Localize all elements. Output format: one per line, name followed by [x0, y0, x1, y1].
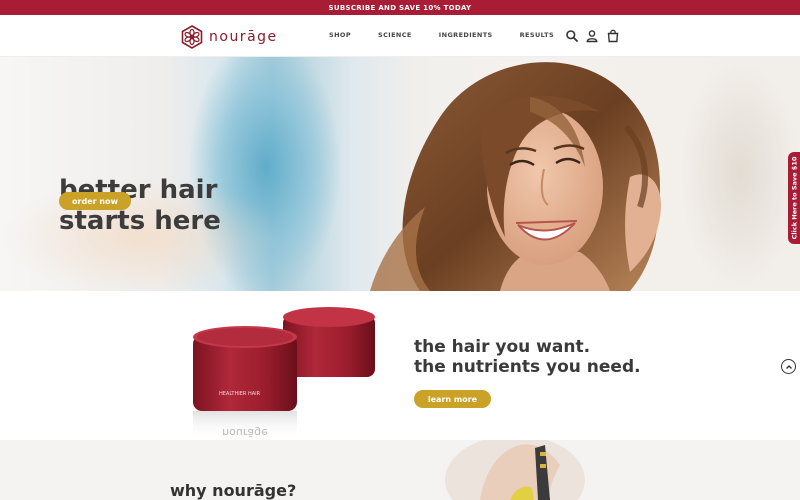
save-promo-label: Click Here to Save $10 — [790, 156, 798, 240]
announcement-text[interactable]: SUBSCRIBE AND SAVE 10% TODAY — [329, 4, 472, 12]
tagline-line-2: the nutrients you need. — [414, 357, 641, 377]
order-now-button[interactable]: order now — [59, 192, 131, 210]
site-header: nourāge SHOP SCIENCE INGREDIENTS RESULTS — [0, 15, 800, 57]
nav-item-science[interactable]: SCIENCE — [378, 31, 412, 39]
scroll-to-top-button[interactable] — [781, 359, 796, 374]
hero-background-right — [680, 57, 800, 291]
nav-item-results[interactable]: RESULTS — [520, 31, 554, 39]
announcement-bar[interactable]: SUBSCRIBE AND SAVE 10% TODAY — [0, 0, 800, 15]
jar-label: HEALTHIER HAIR — [219, 391, 261, 397]
learn-more-button[interactable]: learn more — [414, 390, 491, 408]
tagline-line-1: the hair you want. — [414, 337, 591, 357]
why-section: why nourāge? — [0, 440, 800, 500]
main-nav: SHOP SCIENCE INGREDIENTS RESULTS — [329, 31, 581, 39]
nav-item-shop[interactable]: SHOP — [329, 31, 351, 39]
account-icon[interactable] — [585, 29, 599, 43]
product-jars-image: HEALTHIER HAIR nourāge — [193, 307, 375, 440]
hero-model-image — [370, 62, 661, 291]
why-title: why nourāge? — [170, 481, 297, 500]
product-tagline: the hair you want. the nutrients you nee… — [414, 337, 641, 377]
hero-banner: better hair starts here order now — [0, 57, 800, 291]
why-section-image — [445, 440, 585, 500]
nav-item-ingredients[interactable]: INGREDIENTS — [439, 31, 493, 39]
brand-name: nourāge — [209, 29, 278, 45]
brand-logo[interactable]: nourāge — [180, 25, 278, 49]
hero-headline-line-2: starts here — [59, 206, 221, 236]
chevron-up-icon — [785, 364, 792, 369]
product-section: HEALTHIER HAIR nourāge — [0, 291, 800, 440]
cart-icon[interactable] — [606, 29, 620, 43]
logo-mark-icon — [181, 25, 203, 49]
jar-reflection-text: nourāge — [222, 426, 268, 439]
save-promo-tab[interactable]: Click Here to Save $10 — [788, 152, 800, 244]
search-icon[interactable] — [565, 29, 579, 43]
